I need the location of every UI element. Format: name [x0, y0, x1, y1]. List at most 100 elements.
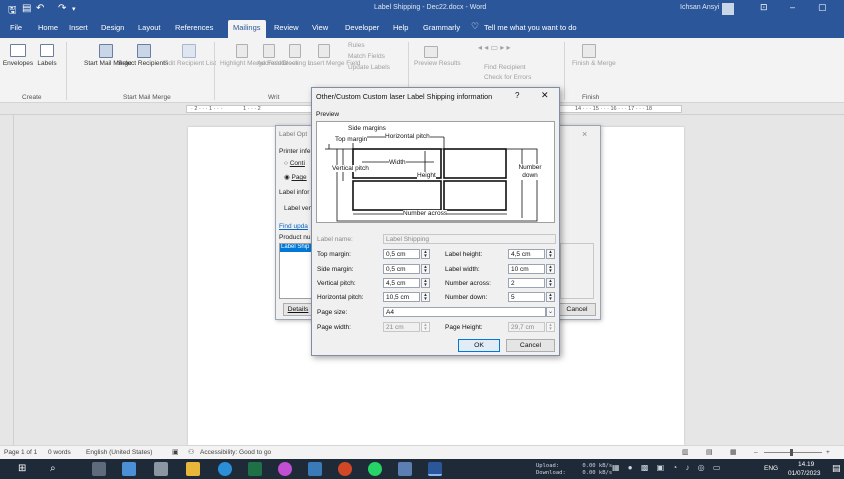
windows-start-icon[interactable]: ⊞	[18, 464, 26, 474]
record-nav-icon[interactable]: ◂ ◂ ▭ ▸ ▸	[478, 44, 511, 52]
find-updates-link[interactable]: Find upda	[279, 223, 308, 230]
language-status[interactable]: English (United States)	[86, 449, 152, 456]
zoom-in-icon[interactable]: +	[826, 449, 830, 456]
number-across-input[interactable]: 2	[508, 278, 545, 288]
vertical-pitch-input[interactable]: 4,5 cm	[383, 278, 420, 288]
edit-recipient-list-button[interactable]: Edit Recipient List	[164, 60, 216, 68]
number-down-input[interactable]: 5	[508, 292, 545, 302]
address-block-button[interactable]: Address Block	[257, 60, 299, 68]
word-count[interactable]: 0 words	[48, 449, 71, 456]
tab-design[interactable]: Design	[101, 23, 124, 32]
minimize-icon[interactable]: –	[790, 2, 795, 12]
tray-icons[interactable]: ▦ ● ▩ ▣ ◔ ♪ ◎ ▭	[612, 463, 723, 472]
continuous-radio[interactable]: ○ Conti	[284, 160, 305, 167]
quick-save-icon[interactable]: ▤	[22, 3, 31, 14]
powerpoint-icon[interactable]	[338, 462, 352, 476]
tell-me-search[interactable]: Tell me what you want to do	[484, 23, 577, 32]
tab-home[interactable]: Home	[38, 23, 58, 32]
word-icon[interactable]	[428, 462, 442, 476]
ok-button[interactable]: OK	[458, 339, 500, 352]
zoom-slider[interactable]	[764, 452, 822, 453]
rules-button[interactable]: Rules	[348, 42, 365, 50]
side-margin-spinner[interactable]: ▲ ▼	[421, 264, 430, 274]
tab-help[interactable]: Help	[393, 23, 408, 32]
zoom-out-icon[interactable]: –	[754, 449, 758, 456]
list-item[interactable]: Label Ship	[280, 244, 312, 252]
chevron-down-icon[interactable]: ⌄	[546, 307, 555, 317]
tab-review[interactable]: Review	[274, 23, 299, 32]
app-icon[interactable]	[278, 462, 292, 476]
tab-developer[interactable]: Developer	[345, 23, 379, 32]
select-recipients-button[interactable]: Select Recipients	[118, 60, 168, 68]
page-height-spinner[interactable]: ▲ ▼	[546, 322, 555, 332]
cancel-button[interactable]: Cancel	[506, 339, 555, 352]
redo-icon[interactable]: ↷	[58, 3, 66, 14]
details-button[interactable]: Details	[283, 303, 313, 316]
match-fields-button[interactable]: Match Fields	[348, 53, 385, 61]
tab-file[interactable]: File	[10, 23, 22, 32]
label-width-input[interactable]: 10 cm	[508, 264, 545, 274]
proofing-icon[interactable]: ▣	[172, 448, 179, 456]
finish-merge-button[interactable]: Finish & Merge	[572, 60, 616, 68]
app-icon[interactable]	[398, 462, 412, 476]
notifications-icon[interactable]: ▤	[832, 463, 841, 474]
side-margin-input[interactable]: 0,5 cm	[383, 264, 420, 274]
labels-button[interactable]: Labels	[35, 60, 59, 68]
page-size-select[interactable]: A4	[383, 307, 546, 317]
web-layout-icon[interactable]: ▦	[730, 448, 737, 456]
excel-icon[interactable]	[248, 462, 262, 476]
language-indicator[interactable]: ENG	[764, 465, 778, 472]
tab-view[interactable]: View	[312, 23, 328, 32]
help-icon[interactable]: ?	[515, 91, 519, 100]
tab-layout[interactable]: Layout	[138, 23, 161, 32]
tab-mailings[interactable]: Mailings	[228, 20, 266, 38]
label-width-spinner[interactable]: ▲ ▼	[546, 264, 555, 274]
greeting-line-button[interactable]: Greeting L...	[281, 60, 317, 68]
page-width-input[interactable]: 21 cm	[383, 322, 420, 332]
avatar[interactable]	[722, 3, 734, 15]
settings-icon[interactable]	[92, 462, 106, 476]
top-margin-spinner[interactable]: ▲ ▼	[421, 249, 430, 259]
envelopes-button[interactable]: Envelopes	[2, 60, 34, 68]
tab-references[interactable]: References	[175, 23, 213, 32]
ribbon-display-icon[interactable]: ⊡	[760, 2, 768, 13]
file-explorer-icon[interactable]	[186, 462, 200, 476]
clock-date[interactable]: 01/07/2023	[788, 470, 821, 477]
restore-icon[interactable]: ▢	[818, 2, 827, 13]
label-height-spinner[interactable]: ▲ ▼	[546, 249, 555, 259]
app-icon[interactable]	[308, 462, 322, 476]
horizontal-pitch-input[interactable]: 10,5 cm	[383, 292, 420, 302]
bg-cancel-button[interactable]: Cancel	[558, 303, 596, 316]
search-icon[interactable]: ⌕	[50, 463, 56, 474]
insert-merge-field-button[interactable]: Insert Merge Field	[308, 60, 360, 68]
customize-icon[interactable]: ▾	[72, 5, 76, 13]
user-name[interactable]: Ichsan Ansyi	[680, 4, 719, 11]
undo-icon[interactable]: ↶	[36, 3, 44, 14]
tab-insert[interactable]: Insert	[69, 23, 88, 32]
number-across-spinner[interactable]: ▲ ▼	[546, 278, 555, 288]
number-down-spinner[interactable]: ▲ ▼	[546, 292, 555, 302]
check-errors-button[interactable]: Check for Errors	[484, 74, 531, 82]
clock-time[interactable]: 14.19	[798, 461, 814, 468]
preview-results-button[interactable]: Preview Results	[414, 60, 461, 68]
tab-grammarly[interactable]: Grammarly	[423, 23, 460, 32]
page-width-spinner[interactable]: ▲ ▼	[421, 322, 430, 332]
close-icon[interactable]: ✕	[541, 90, 549, 101]
label-height-input[interactable]: 4,5 cm	[508, 249, 545, 259]
accessibility-status[interactable]: Accessibility: Good to go	[200, 449, 271, 456]
edge-icon[interactable]	[218, 462, 232, 476]
zoom-slider-thumb[interactable]	[790, 449, 793, 456]
label-name-input[interactable]: Label Shipping	[383, 234, 556, 244]
horizontal-pitch-spinner[interactable]: ▲ ▼	[421, 292, 430, 302]
page-height-input[interactable]: 29,7 cm	[508, 322, 545, 332]
print-layout-icon[interactable]: ▤	[706, 448, 713, 456]
vertical-pitch-spinner[interactable]: ▲ ▼	[421, 278, 430, 288]
app-icon[interactable]	[154, 462, 168, 476]
product-number-list[interactable]: Label Ship	[279, 243, 313, 299]
update-labels-button[interactable]: Update Labels	[348, 64, 390, 72]
whatsapp-icon[interactable]	[368, 462, 382, 476]
app-icon[interactable]	[122, 462, 136, 476]
page-count[interactable]: Page 1 of 1	[4, 449, 37, 456]
find-recipient-button[interactable]: Find Recipient	[484, 64, 526, 72]
close-icon[interactable]: ×	[582, 129, 587, 139]
